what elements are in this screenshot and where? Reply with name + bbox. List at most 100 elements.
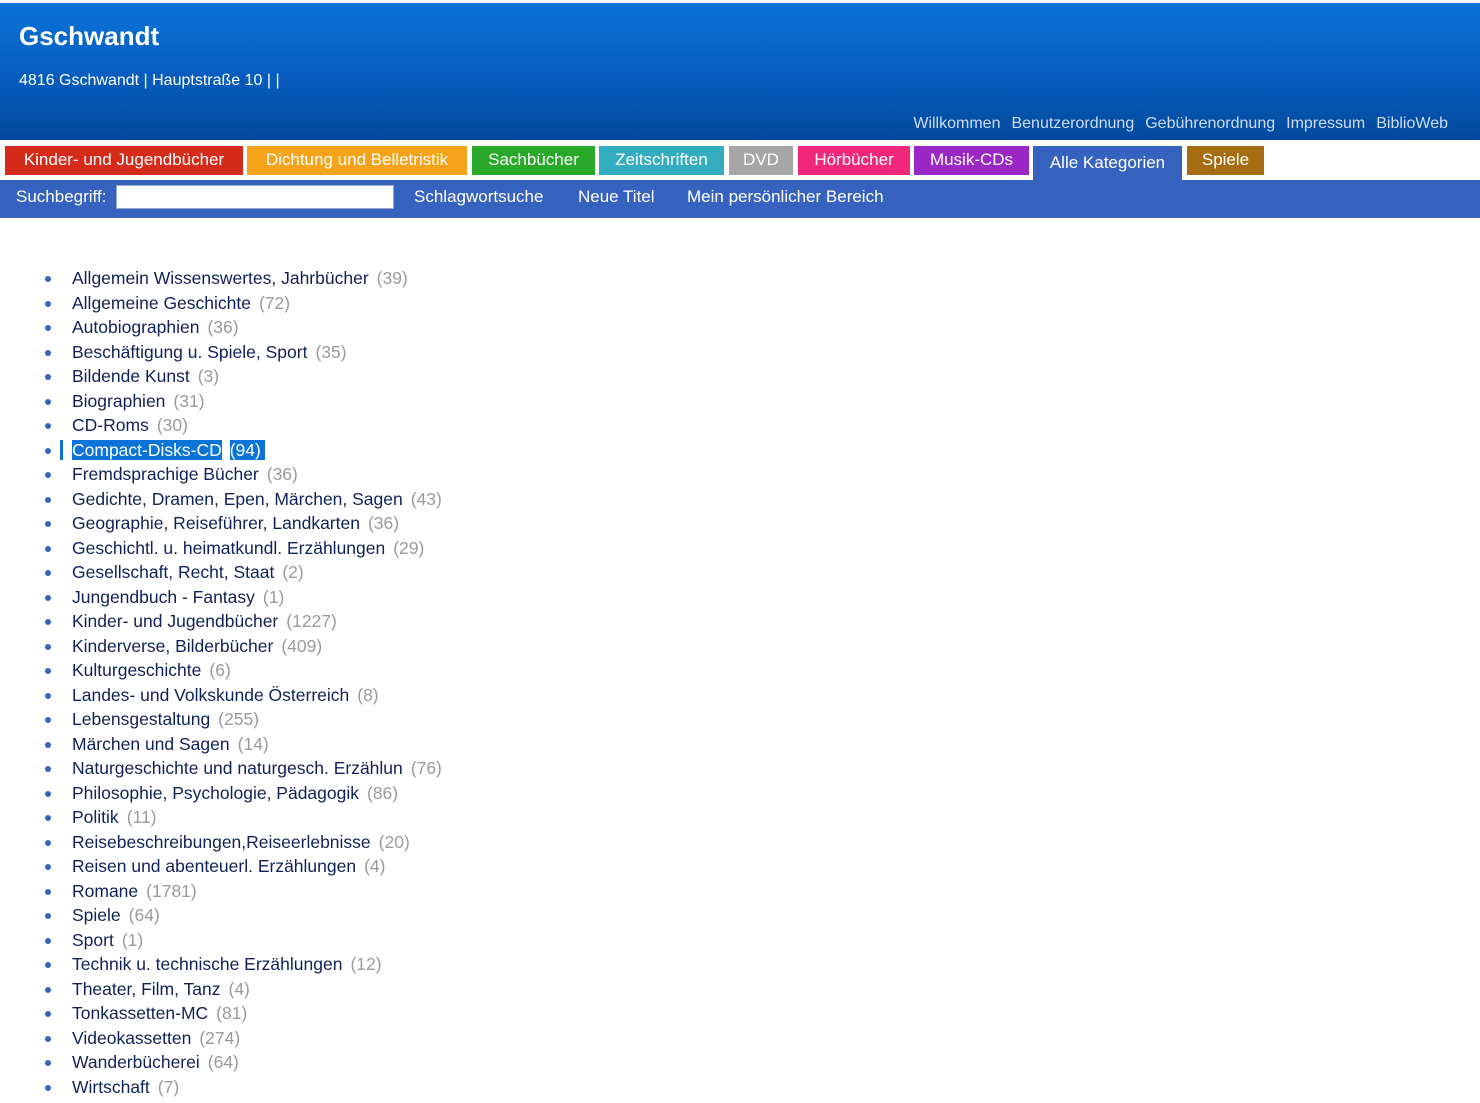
category-count: (86) (367, 782, 399, 803)
tab-dichtung-und-belletristik[interactable]: Dichtung und Belletristik (247, 146, 467, 175)
nav-link-willkommen[interactable]: Willkommen (913, 115, 1000, 133)
list-item[interactable]: Gesellschaft, Recht, Staat (2) (0, 560, 442, 585)
category-link[interactable]: Bildende Kunst (72, 366, 190, 386)
list-item[interactable]: Spiele (64) (0, 903, 442, 928)
category-count: (72) (258, 292, 291, 313)
nav-link-impressum[interactable]: Impressum (1286, 115, 1365, 133)
tab-sachbuecher[interactable]: Sachbücher (472, 146, 595, 175)
category-count: (64) (207, 1052, 239, 1072)
list-item[interactable]: Lebensgestaltung (255) (0, 707, 442, 732)
category-link[interactable]: Kinder- und Jugendbücher (72, 611, 278, 631)
list-item[interactable]: CD-Roms (30) (0, 413, 442, 438)
list-item[interactable]: Videokassetten (274) (0, 1026, 442, 1051)
category-link[interactable]: Autobiographien (72, 317, 199, 337)
tab-hoerbuecher[interactable]: Hörbücher (798, 146, 910, 175)
category-link[interactable]: Lebensgestaltung (72, 709, 210, 729)
category-count: (30) (156, 415, 188, 435)
category-link[interactable]: Tonkassetten-MC (72, 1003, 208, 1023)
list-item[interactable]: Romane (1781) (0, 879, 442, 904)
category-link[interactable]: Gedichte, Dramen, Epen, Märchen, Sagen (72, 489, 403, 509)
nav-link-biblioweb[interactable]: BiblioWeb (1376, 115, 1448, 133)
nav-link-gebuehrenordnung[interactable]: Gebührenordnung (1145, 115, 1275, 133)
tab-zeitschriften[interactable]: Zeitschriften (599, 146, 724, 175)
category-count: (36) (367, 513, 400, 533)
list-item[interactable]: Wanderbücherei (64) (0, 1050, 442, 1075)
list-item[interactable]: Kinderverse, Bilderbücher (409) (0, 634, 442, 659)
search-input[interactable] (116, 185, 394, 209)
category-link[interactable]: Sport (72, 930, 114, 950)
category-link[interactable]: Geschichtl. u. heimatkundl. Erzählungen (72, 538, 385, 558)
list-item[interactable]: Allgemeine Geschichte (72) (0, 291, 442, 316)
category-link[interactable]: Politik (72, 807, 119, 827)
neue-titel-link[interactable]: Neue Titel (578, 187, 655, 207)
category-link[interactable]: Biographien (72, 391, 165, 411)
list-item[interactable]: Geographie, Reiseführer, Landkarten (36) (0, 511, 442, 536)
category-link[interactable]: Gesellschaft, Recht, Staat (72, 562, 274, 582)
category-link[interactable]: Beschäftigung u. Spiele, Sport (72, 342, 307, 362)
category-link[interactable]: Naturgeschichte und naturgesch. Erzählun (72, 758, 403, 778)
category-link[interactable]: Allgemein Wissenswertes, Jahrbücher (72, 268, 369, 288)
category-link[interactable]: Philosophie, Psychologie, Pädagogik (72, 783, 359, 803)
list-item[interactable]: Bildende Kunst (3) (0, 364, 442, 389)
list-item[interactable]: Beschäftigung u. Spiele, Sport (35) (0, 340, 442, 365)
list-item[interactable]: Autobiographien (36) (0, 315, 442, 340)
tab-spiele[interactable]: Spiele (1187, 146, 1264, 175)
category-link[interactable]: Reisebeschreibungen,Reiseerlebnisse (72, 832, 371, 852)
category-count: (12) (350, 954, 382, 974)
list-item[interactable]: Reisebeschreibungen,Reiseerlebnisse (20) (0, 830, 442, 855)
list-item[interactable]: Landes- und Volkskunde Österreich (8) (0, 683, 442, 708)
list-item[interactable]: Tonkassetten-MC (81) (0, 1001, 442, 1026)
list-item[interactable]: Sport (1) (0, 928, 442, 953)
category-link[interactable]: Märchen und Sagen (72, 734, 230, 754)
list-item[interactable]: Geschichtl. u. heimatkundl. Erzählungen (… (0, 536, 442, 561)
category-link[interactable]: Landes- und Volkskunde Österreich (72, 685, 349, 705)
list-item[interactable]: Allgemein Wissenswertes, Jahrbücher (39) (0, 266, 442, 291)
list-item[interactable]: Gedichte, Dramen, Epen, Märchen, Sagen (4… (0, 487, 442, 512)
schlagwortsuche-link[interactable]: Schlagwortsuche (414, 187, 543, 207)
list-item[interactable]: Philosophie, Psychologie, Pädagogik (86) (0, 781, 442, 806)
nav-link-benutzerordnung[interactable]: Benutzerordnung (1011, 115, 1134, 133)
category-link[interactable]: Kinderverse, Bilderbücher (72, 636, 273, 656)
tab-kinder-und-jugendbuecher[interactable]: Kinder- und Jugendbücher (5, 146, 243, 175)
list-item[interactable]: Wirtschaft (7) (0, 1075, 442, 1100)
list-item[interactable]: Naturgeschichte und naturgesch. Erzählun… (0, 756, 442, 781)
tab-alle-kategorien[interactable]: Alle Kategorien (1033, 146, 1182, 180)
category-link[interactable]: CD-Roms (72, 415, 149, 435)
category-link[interactable]: Jungendbuch - Fantasy (72, 587, 255, 607)
category-link[interactable]: Allgemeine Geschichte (72, 293, 251, 313)
list-item[interactable]: Kulturgeschichte (6) (0, 658, 442, 683)
persoenlicher-bereich-link[interactable]: Mein persönlicher Bereich (687, 187, 884, 207)
category-link[interactable]: Reisen und abenteuerl. Erzählungen (72, 856, 356, 876)
tab-dvd[interactable]: DVD (729, 146, 793, 175)
category-count: (2) (282, 562, 304, 582)
category-link[interactable]: Kulturgeschichte (72, 660, 201, 680)
category-link[interactable]: Fremdsprachige Bücher (72, 464, 259, 484)
category-link[interactable]: Compact-Disks-CD (72, 439, 222, 460)
category-link[interactable]: Wanderbücherei (72, 1052, 200, 1072)
category-link[interactable]: Theater, Film, Tanz (72, 979, 221, 999)
category-tab-bar: Kinder- und Jugendbücher Dichtung und Be… (0, 140, 1480, 180)
list-item[interactable]: Technik u. technische Erzählungen (12) (0, 952, 442, 977)
list-item[interactable]: Kinder- und Jugendbücher (1227) (0, 609, 442, 634)
category-link[interactable]: Wirtschaft (72, 1077, 150, 1097)
list-item[interactable]: Theater, Film, Tanz (4) (0, 977, 442, 1002)
category-count: (64) (128, 905, 160, 925)
category-count: (29) (393, 537, 425, 558)
category-link[interactable]: Technik u. technische Erzählungen (72, 954, 342, 974)
category-link[interactable]: Spiele (72, 905, 121, 925)
list-item[interactable]: Märchen und Sagen (14) (0, 732, 442, 757)
list-item[interactable]: Reisen und abenteuerl. Erzählungen (4) (0, 854, 442, 879)
category-link[interactable]: Videokassetten (72, 1028, 191, 1048)
category-count: (36) (266, 464, 298, 484)
list-item[interactable]: Politik (11) (0, 805, 442, 830)
tab-musik-cds[interactable]: Musik-CDs (914, 146, 1029, 175)
list-item[interactable]: Compact-Disks-CD (94) (0, 438, 442, 463)
category-count: (1) (121, 929, 144, 950)
list-item[interactable]: Fremdsprachige Bücher (36) (0, 462, 442, 487)
category-count: (81) (216, 1003, 248, 1023)
category-count: (1227) (286, 611, 337, 631)
category-link[interactable]: Geographie, Reiseführer, Landkarten (72, 513, 360, 533)
list-item[interactable]: Jungendbuch - Fantasy (1) (0, 585, 442, 610)
category-link[interactable]: Romane (72, 881, 138, 901)
list-item[interactable]: Biographien (31) (0, 389, 442, 414)
